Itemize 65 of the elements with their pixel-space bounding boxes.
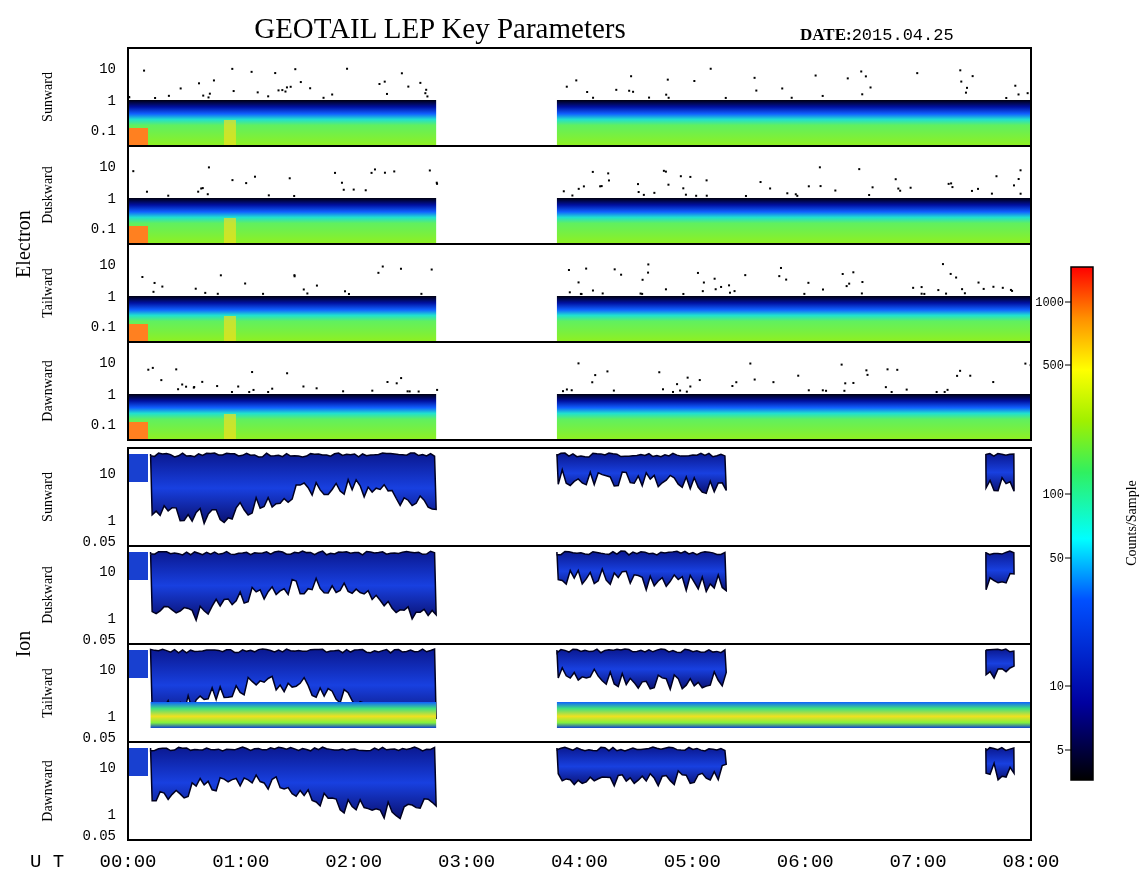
x-tick-label: 03:00 — [438, 851, 496, 873]
x-tick-label: 08:00 — [1002, 851, 1060, 873]
direction-label: Duskward — [40, 166, 55, 224]
direction-label: Sunward — [40, 72, 55, 122]
y-tick-label: 10 — [99, 760, 116, 776]
x-tick-label: 02:00 — [325, 851, 383, 873]
y-tick-label: 1 — [107, 289, 116, 305]
y-tick-label: 0.1 — [90, 123, 116, 139]
y-tick-label: 10 — [99, 662, 116, 678]
y-tick-label: 10 — [99, 355, 116, 371]
y-tick-label: 1 — [107, 611, 116, 627]
color-scale-tick-label: 10 — [1049, 680, 1064, 694]
flux-patch — [128, 324, 148, 342]
direction-label: Dawnward — [40, 360, 55, 422]
chart-title: GEOTAIL LEP Key Parameters — [254, 12, 626, 44]
flux-patch — [128, 422, 148, 440]
species-label: Electron — [12, 210, 34, 278]
date-text: DATE:2015.04.25 — [800, 25, 954, 45]
color-scale-tick-label: 50 — [1049, 552, 1064, 566]
y-tick-label: 10 — [99, 159, 116, 175]
flux-region — [985, 452, 1015, 492]
y-tick-label: 10 — [99, 61, 116, 77]
x-tick-label: 00:00 — [99, 851, 157, 873]
color-scale-tick-label: 1000 — [1035, 296, 1064, 310]
y-tick-label: 10 — [99, 466, 116, 482]
color-scale-tick-label: 500 — [1042, 359, 1064, 373]
y-tick-label: 1 — [107, 709, 116, 725]
y-tick-label: 1 — [107, 93, 116, 109]
direction-label: Dawnward — [40, 760, 55, 822]
direction-label: Sunward — [40, 472, 55, 522]
direction-label: Tailward — [40, 668, 55, 718]
x-axis-label: U T — [30, 851, 65, 873]
y-tick-label: 0.05 — [82, 632, 116, 648]
y-tick-label: 0.1 — [90, 319, 116, 335]
y-tick-label: 10 — [99, 564, 116, 580]
color-scale-tick-label: 5 — [1056, 744, 1064, 758]
flux-region — [985, 746, 1015, 782]
color-scale-label: Counts/Sample — [1124, 480, 1139, 566]
color-scale-tick-label: 100 — [1042, 488, 1064, 502]
species-label: Ion — [12, 630, 34, 658]
flux-patch — [128, 552, 148, 580]
flux-patch — [128, 454, 148, 482]
y-tick-label: 1 — [107, 513, 116, 529]
y-tick-label: 0.05 — [82, 534, 116, 550]
x-tick-label: 07:00 — [889, 851, 947, 873]
y-tick-label: 0.05 — [82, 730, 116, 746]
y-tick-label: 1 — [107, 191, 116, 207]
x-tick-label: 04:00 — [551, 851, 608, 873]
x-tick-label: 06:00 — [776, 851, 834, 873]
y-tick-label: 0.1 — [90, 417, 116, 433]
flux-region — [985, 648, 1015, 680]
x-tick-label: 05:00 — [663, 851, 721, 873]
flux-region — [985, 550, 1015, 591]
y-tick-label: 10 — [99, 257, 116, 273]
flux-patch — [128, 748, 148, 776]
x-tick-label: 01:00 — [212, 851, 270, 873]
y-tick-label: 0.1 — [90, 221, 116, 237]
y-tick-label: 1 — [107, 807, 116, 823]
y-tick-label: 0.05 — [82, 828, 116, 844]
direction-label: Tailward — [40, 268, 55, 318]
flux-patch — [128, 650, 148, 678]
direction-label: Duskward — [40, 566, 55, 624]
flux-patch — [128, 226, 148, 244]
flux-patch — [128, 128, 148, 146]
y-tick-label: 1 — [107, 387, 116, 403]
